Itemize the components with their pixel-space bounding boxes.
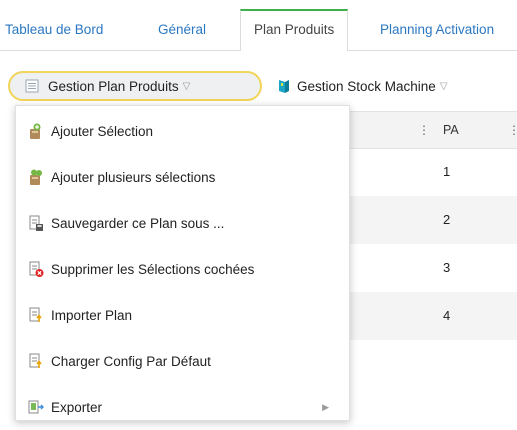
toolbar: Gestion Plan Produits ▽ Gestion Stock Ma… <box>0 51 517 101</box>
gestion-plan-produits-menu[interactable]: Gestion Plan Produits ▽ <box>24 73 190 99</box>
gestion-plan-produits-dropdown: Ajouter Sélection Ajouter plusieurs séle… <box>15 105 350 421</box>
menu-item-ajouter-plusieurs[interactable]: Ajouter plusieurs sélections <box>16 154 349 200</box>
load-default-icon <box>28 352 44 370</box>
add-multiple-icon <box>28 168 44 186</box>
menu-item-ajouter-selection[interactable]: Ajouter Sélection <box>16 108 349 154</box>
menu-item-label: Importer Plan <box>51 307 133 323</box>
pa-cell: 4 <box>443 308 451 323</box>
column-menu-icon[interactable]: ⋮ <box>508 121 517 139</box>
save-as-icon <box>28 214 44 232</box>
import-icon <box>28 306 44 324</box>
submenu-arrow-icon: ▶ <box>322 401 329 412</box>
tab-plan-produits[interactable]: Plan Produits <box>240 9 349 51</box>
delete-icon <box>28 260 44 278</box>
pa-cell: 2 <box>443 212 451 227</box>
menu-item-label: Exporter <box>51 399 103 415</box>
gestion-stock-machine-menu[interactable]: Gestion Stock Machine ▽ <box>276 73 448 99</box>
add-selection-icon <box>28 122 44 140</box>
gestion-plan-produits-label: Gestion Plan Produits <box>48 78 179 94</box>
pa-cell: 1 <box>443 164 451 179</box>
menu-item-label: Supprimer les Sélections cochées <box>51 261 255 277</box>
menu-item-supprimer-selections[interactable]: Supprimer les Sélections cochées <box>16 246 349 292</box>
menu-item-label: Sauvegarder ce Plan sous ... <box>51 215 225 231</box>
gestion-stock-machine-label: Gestion Stock Machine <box>297 78 436 94</box>
column-menu-icon[interactable]: ⋮ <box>418 121 430 139</box>
tab-general[interactable]: Général <box>158 10 206 50</box>
menu-item-label: Ajouter plusieurs sélections <box>51 169 216 185</box>
machine-icon <box>276 78 292 94</box>
menu-item-charger-config[interactable]: Charger Config Par Défaut <box>16 338 349 384</box>
tab-bar: Tableau de Bord Général Plan Produits Pl… <box>0 9 517 51</box>
list-icon <box>24 78 40 94</box>
export-icon <box>28 398 44 416</box>
pa-cell: 3 <box>443 260 451 275</box>
menu-item-importer-plan[interactable]: Importer Plan <box>16 292 349 338</box>
tab-planning-activation[interactable]: Planning Activation <box>380 10 517 50</box>
menu-item-label: Ajouter Sélection <box>51 123 154 139</box>
tab-tableau-de-bord[interactable]: Tableau de Bord <box>5 10 103 50</box>
menu-item-label: Charger Config Par Défaut <box>51 353 211 369</box>
chevron-down-icon: ▽ <box>182 80 191 92</box>
column-header-pa[interactable]: PA <box>443 112 459 148</box>
menu-item-sauvegarder-sous[interactable]: Sauvegarder ce Plan sous ... <box>16 200 349 246</box>
chevron-down-icon: ▽ <box>439 80 448 92</box>
menu-item-exporter[interactable]: Exporter ▶ <box>16 384 349 430</box>
